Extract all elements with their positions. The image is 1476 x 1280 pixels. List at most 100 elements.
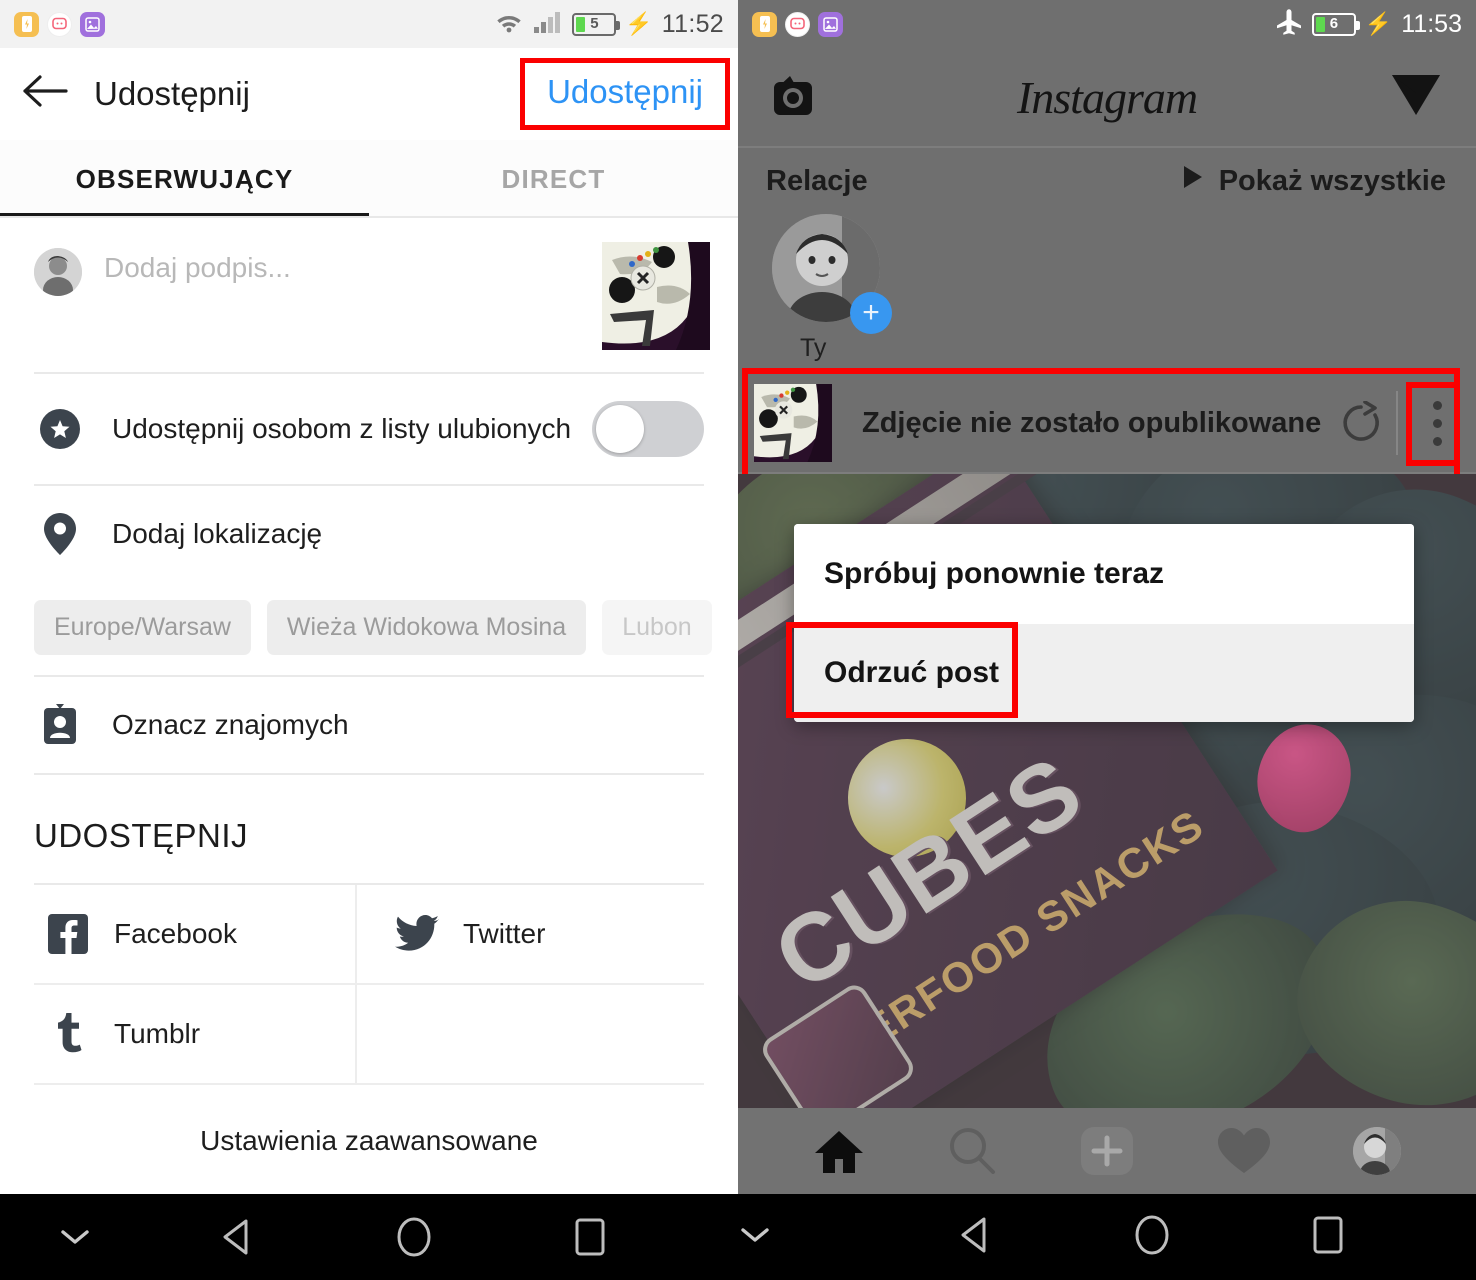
message-icon — [785, 11, 810, 37]
home-circle-icon[interactable] — [1131, 1212, 1173, 1263]
favorites-label: Udostępnij osobom z listy ulubionych — [112, 412, 572, 444]
share-tumblr[interactable]: Tumblr — [34, 985, 355, 1083]
share-tabs: OBSERWUJĄCY DIRECT — [0, 140, 738, 218]
upload-error-bar[interactable]: Zdjęcie nie zostało opublikowane — [738, 374, 1476, 474]
tab-label: DIRECT — [501, 163, 606, 194]
status-time: 11:53 — [1401, 9, 1462, 38]
favorites-toggle-row[interactable]: Udostępnij osobom z listy ulubionych — [0, 374, 738, 484]
back-triangle-icon[interactable] — [955, 1214, 997, 1261]
status-time: 11:52 — [661, 9, 724, 38]
upload-error-message: Zdjęcie nie zostało opublikowane — [862, 406, 1322, 439]
back-arrow-icon[interactable] — [22, 74, 74, 115]
advanced-settings-link[interactable]: Ustawienia zaawansowane — [0, 1085, 738, 1157]
charging-bolt-icon: ⚡ — [1364, 11, 1393, 36]
user-avatar — [34, 248, 82, 296]
favorites-toggle[interactable] — [592, 401, 704, 457]
location-chip[interactable]: Wieża Widokowa Mosina — [266, 600, 587, 655]
play-triangle-icon — [1181, 164, 1205, 198]
page-title: Udostępnij — [94, 75, 250, 112]
post-options-popup: Spróbuj ponownie teraz Odrzuć post — [794, 524, 1414, 722]
right-phone-screen: 6 ⚡ 11:53 Instagram Relacje Pokaż wszyst… — [738, 0, 1476, 1280]
add-location-label: Dodaj lokalizację — [112, 517, 323, 549]
popup-item-discard[interactable]: Odrzuć post — [794, 624, 1414, 722]
tag-friends-row[interactable]: Oznacz znajomych — [0, 677, 738, 773]
story-username: Ty — [800, 334, 827, 362]
left-status-bar: 5 ⚡ 11:52 — [0, 0, 738, 48]
recents-square-icon[interactable] — [1307, 1212, 1349, 1263]
stories-bar-header: Relacje Pokaż wszystkie — [738, 148, 1476, 214]
tumblr-label: Tumblr — [114, 1018, 201, 1049]
right-android-navbar — [738, 1194, 1476, 1280]
left-status-notifications — [14, 11, 105, 37]
tab-direct[interactable]: DIRECT — [369, 140, 738, 218]
retry-refresh-icon[interactable] — [1326, 401, 1396, 445]
instagram-header: Instagram — [738, 48, 1476, 148]
instagram-tabbar — [738, 1108, 1476, 1194]
caption-row: Dodaj podpis... — [0, 218, 738, 372]
stories-strip: + Ty — [738, 214, 1476, 374]
right-status-indicators: 6 ⚡ 11:53 — [1275, 8, 1462, 41]
chevron-down-icon[interactable] — [0, 1226, 150, 1248]
tag-friends-label: Oznacz znajomych — [112, 708, 349, 740]
share-row: Facebook Twitter — [34, 885, 704, 985]
battery-saver-icon — [14, 11, 39, 37]
location-suggestions: Europe/Warsaw Wieża Widokowa Mosina Lubo… — [0, 582, 738, 675]
right-status-bar: 6 ⚡ 11:53 — [738, 0, 1476, 48]
photo-icon — [80, 11, 105, 37]
tab-obserwujacy[interactable]: OBSERWUJĄCY — [0, 140, 369, 218]
location-chip[interactable]: Lubon — [602, 600, 712, 655]
show-all-stories-button[interactable]: Pokaż wszystkie — [1181, 164, 1446, 198]
share-header: Udostępnij Udostępnij — [0, 48, 738, 140]
location-chip[interactable]: Europe/Warsaw — [34, 600, 251, 655]
facebook-label: Facebook — [114, 918, 237, 949]
left-android-navbar — [0, 1194, 738, 1280]
tag-person-icon — [34, 704, 86, 746]
show-all-label: Pokaż wszystkie — [1218, 164, 1446, 197]
share-twitter[interactable]: Twitter — [355, 885, 704, 983]
search-icon[interactable] — [946, 1126, 998, 1176]
charging-bolt-icon: ⚡ — [625, 11, 653, 36]
signal-bars-icon — [533, 10, 563, 39]
right-status-notifications — [752, 11, 843, 37]
popup-item-label: Spróbuj ponownie teraz — [824, 557, 1165, 590]
add-location-row[interactable]: Dodaj lokalizację — [0, 486, 738, 582]
home-circle-icon[interactable] — [393, 1214, 435, 1260]
airplane-mode-icon — [1275, 8, 1303, 41]
battery-indicator: 6 — [1311, 12, 1360, 36]
dual-screenshot: 5 ⚡ 11:52 Udostępnij Udostępnij OBSERWUJ… — [0, 0, 1476, 1280]
share-button-highlight: Udostępnij — [520, 58, 730, 130]
instagram-logo: Instagram — [1016, 71, 1198, 123]
home-icon[interactable] — [813, 1127, 865, 1175]
back-triangle-icon[interactable] — [217, 1216, 259, 1258]
profile-avatar-icon[interactable] — [1353, 1127, 1402, 1175]
left-status-indicators: 5 ⚡ 11:52 — [494, 10, 724, 39]
caption-input[interactable]: Dodaj podpis... — [104, 242, 580, 284]
battery-indicator: 5 — [572, 12, 621, 36]
message-icon — [47, 11, 72, 37]
add-post-icon[interactable] — [1079, 1125, 1135, 1177]
heart-activity-icon[interactable] — [1216, 1126, 1272, 1176]
battery-level-text: 5 — [590, 15, 599, 32]
error-bar-wrapper: Zdjęcie nie zostało opublikowane — [738, 368, 1476, 480]
chevron-down-icon[interactable] — [738, 1224, 888, 1251]
kebab-menu-icon[interactable] — [1398, 400, 1476, 446]
star-circle-icon — [34, 409, 86, 449]
share-empty-cell — [355, 985, 704, 1083]
battery-saver-icon — [752, 11, 777, 37]
twitter-label: Twitter — [463, 918, 546, 949]
tab-label: OBSERWUJĄCY — [75, 163, 294, 194]
twitter-icon — [395, 912, 439, 956]
xbox-controller-thumbnail[interactable] — [602, 242, 710, 350]
stories-label: Relacje — [766, 164, 868, 197]
facebook-icon — [46, 912, 90, 956]
battery-level-text: 6 — [1329, 15, 1339, 32]
left-phone-screen: 5 ⚡ 11:52 Udostępnij Udostępnij OBSERWUJ… — [0, 0, 738, 1280]
plus-icon[interactable]: + — [850, 292, 892, 334]
recents-square-icon[interactable] — [569, 1214, 611, 1260]
popup-item-label: Odrzuć post — [824, 656, 1000, 689]
share-section-title: UDOSTĘPNIJ — [34, 817, 249, 854]
share-destinations-grid: Facebook Twitter Tumblr — [34, 883, 704, 1085]
share-facebook[interactable]: Facebook — [34, 885, 355, 983]
share-button[interactable]: Udostępnij — [547, 73, 703, 110]
popup-item-retry[interactable]: Spróbuj ponownie teraz — [794, 524, 1414, 624]
